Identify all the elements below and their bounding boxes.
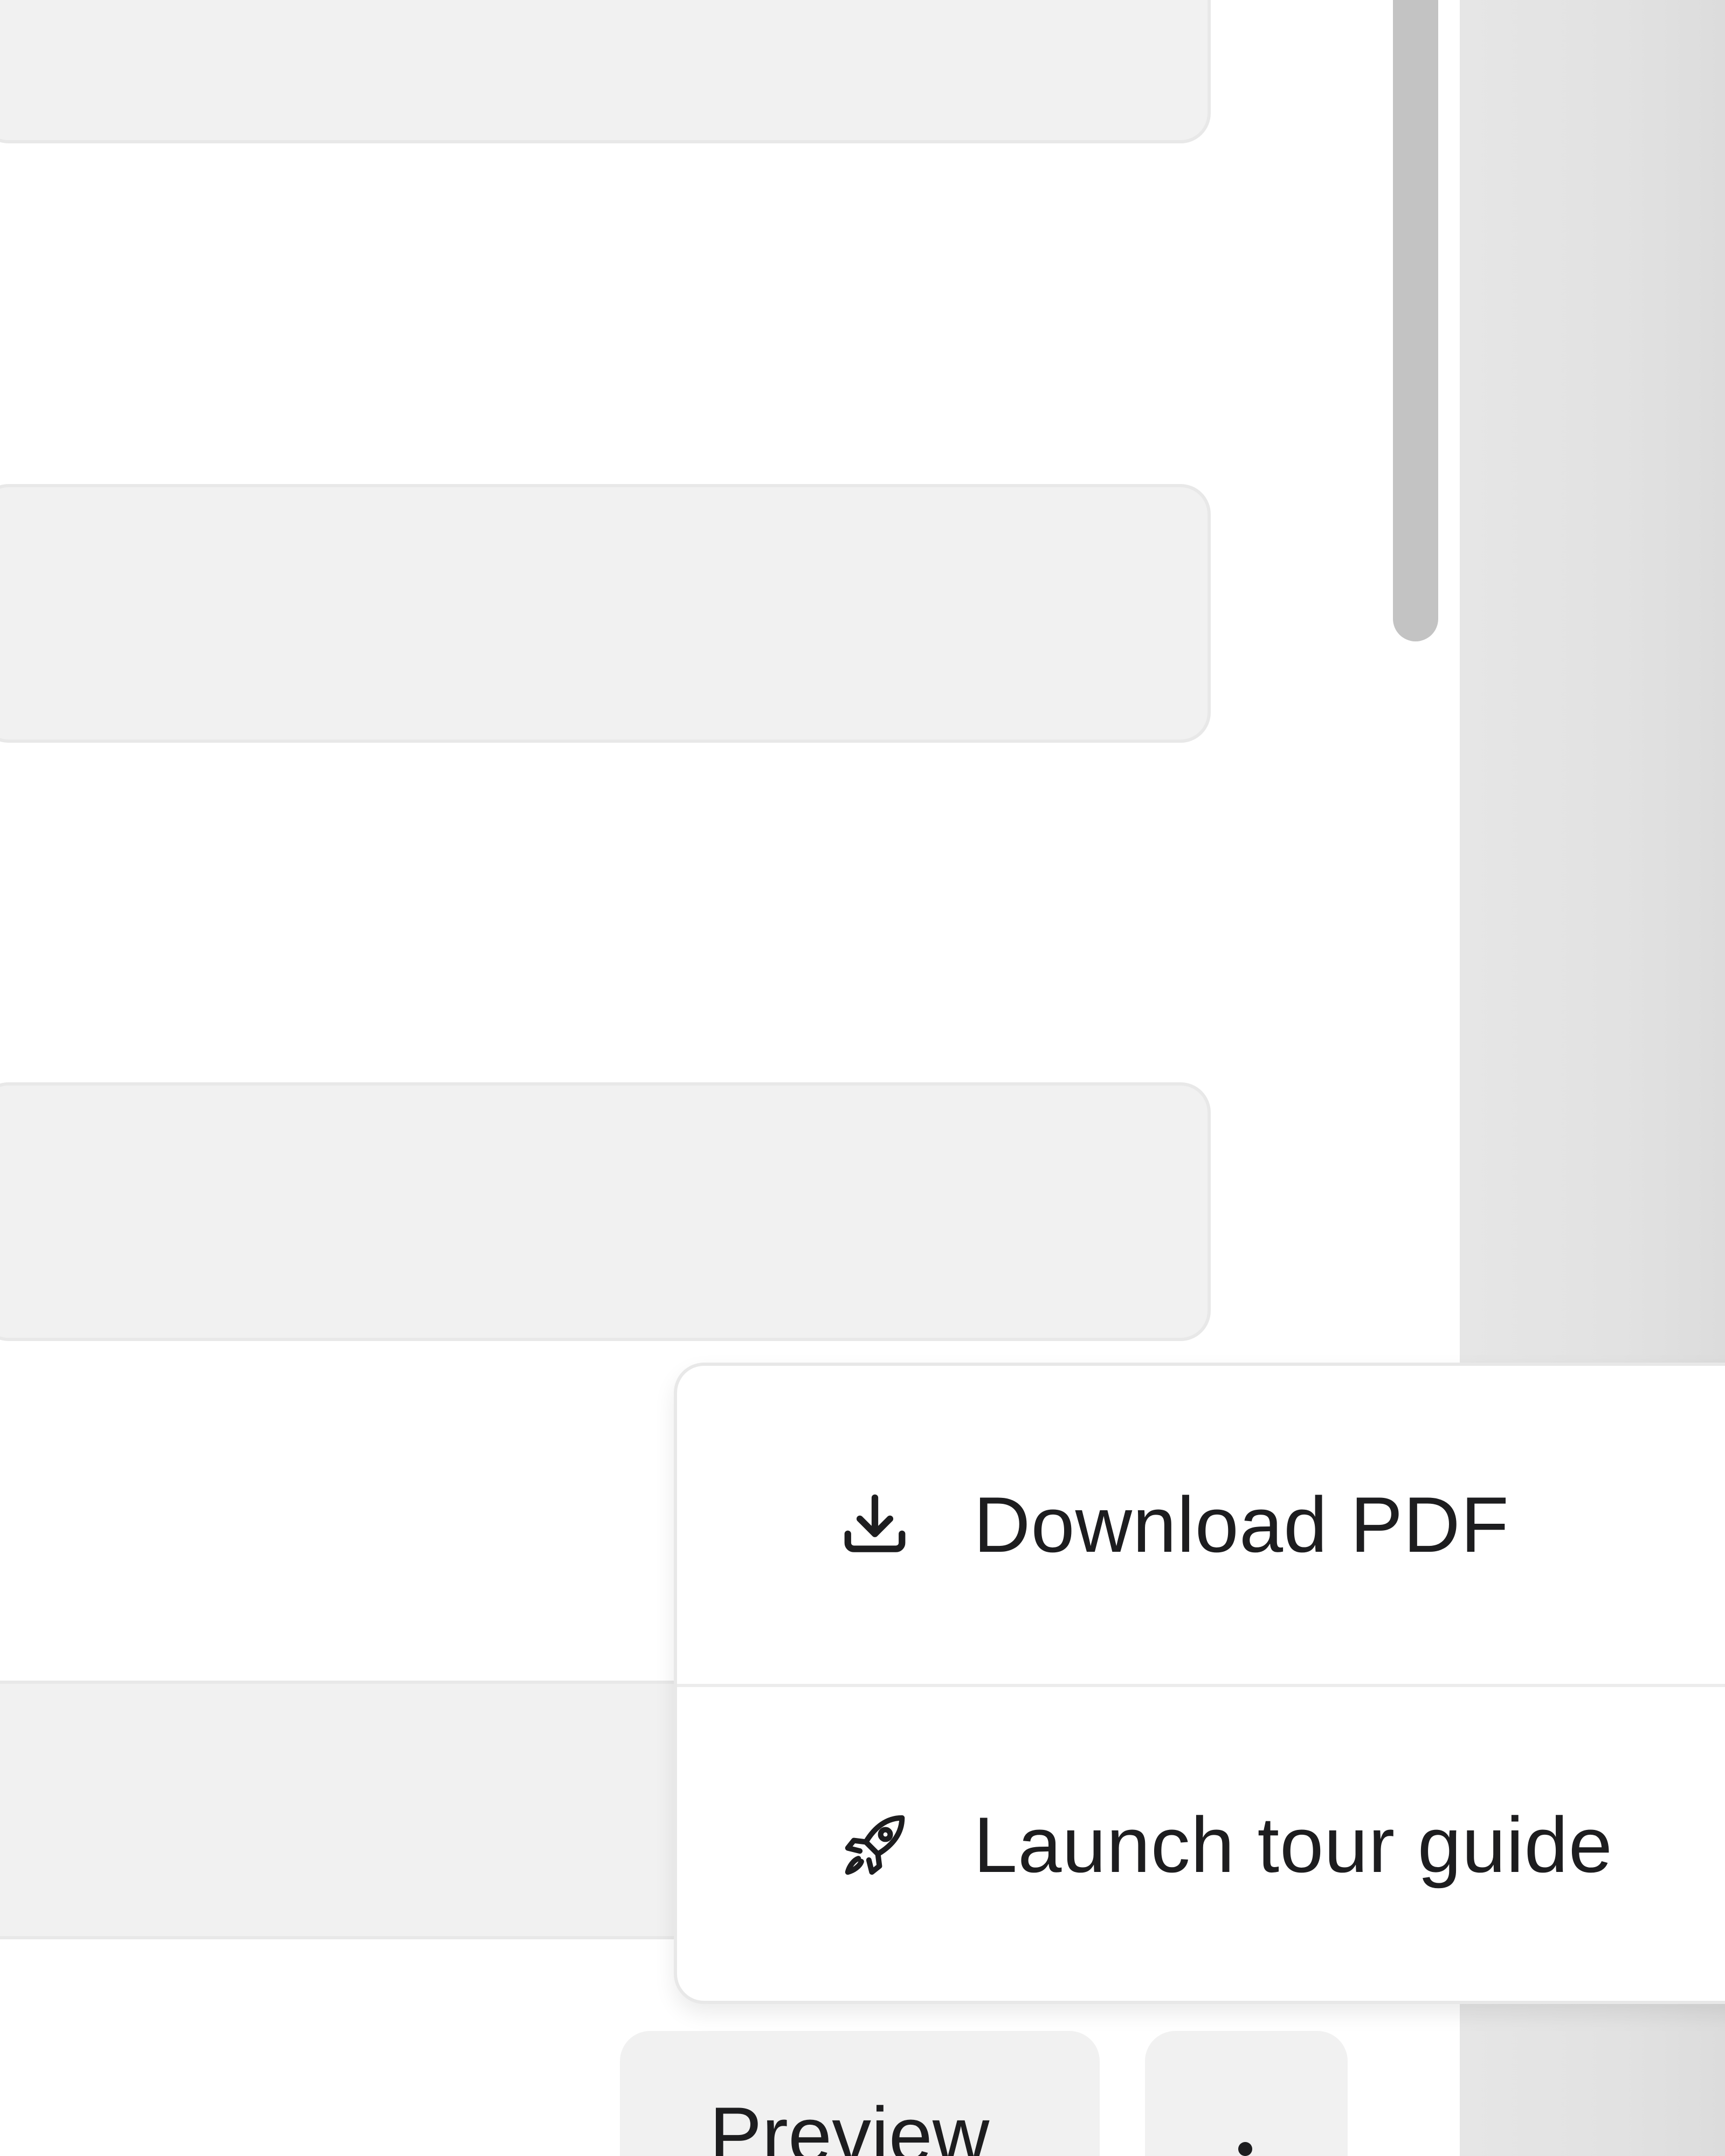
preview-button-label: Preview [709, 2091, 990, 2156]
options-dropdown-menu: Download PDF Launch tour guide [674, 1363, 1725, 2004]
more-vertical-icon [1236, 2142, 1255, 2156]
form-field[interactable] [0, 0, 1211, 143]
form-field[interactable] [0, 1082, 1211, 1341]
menu-item-label: Download PDF [974, 1481, 1509, 1568]
preview-button[interactable]: Preview [620, 2031, 1100, 2156]
menu-item-launch-tour-guide[interactable]: Launch tour guide [677, 1687, 1725, 2003]
menu-item-download-pdf[interactable]: Download PDF [677, 1366, 1725, 1684]
scrollbar-thumb[interactable] [1393, 0, 1438, 641]
more-options-button[interactable] [1145, 2031, 1348, 2156]
form-field[interactable] [0, 484, 1211, 743]
rocket-icon [839, 1809, 911, 1881]
download-icon [839, 1489, 911, 1561]
menu-item-label: Launch tour guide [974, 1801, 1613, 1889]
